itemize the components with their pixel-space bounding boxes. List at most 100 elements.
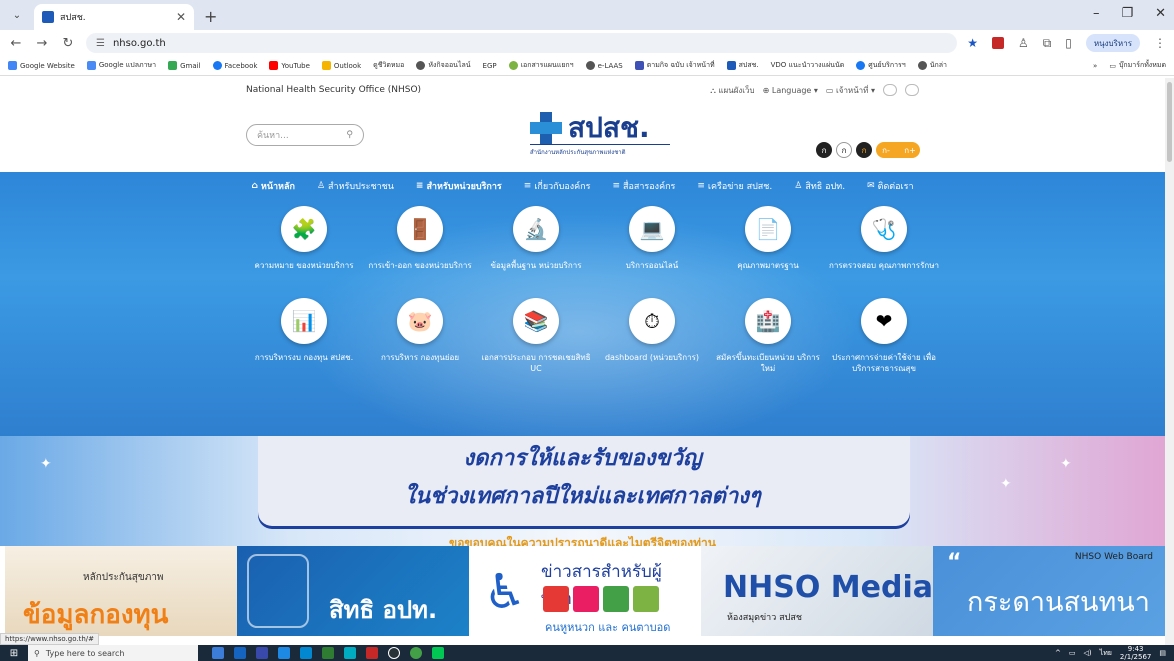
heart-icon: ❤ — [861, 298, 907, 344]
new-tab-button[interactable]: + — [204, 7, 217, 26]
bookmark-item[interactable]: e-LAAS — [585, 61, 623, 70]
pdf-extension-icon[interactable] — [991, 37, 1004, 49]
service-item[interactable]: 🔬 ข้อมูลพื้นฐาน หน่วยบริการ — [478, 206, 594, 282]
menu-kebab-icon[interactable]: ⋮ — [1154, 36, 1166, 50]
line-icon[interactable] — [432, 647, 444, 659]
page-scrollbar[interactable] — [1165, 78, 1174, 645]
bookmark-item[interactable]: ศูนย์บริการฯ — [856, 60, 906, 71]
bookmark-item[interactable]: ดูชีวิตหมอ — [373, 60, 404, 71]
bookmark-item[interactable]: หังกิจออนไลน์ — [416, 60, 471, 71]
staff-dropdown[interactable]: ▭ เจ้าหน้าที่ ▾ — [826, 84, 875, 97]
service-item[interactable]: 📊 การบริหารงบ กองทุน สปสช. — [246, 298, 362, 374]
facebook-circle-icon[interactable] — [883, 84, 897, 96]
bookmark-item[interactable]: สปสช. — [726, 60, 759, 71]
language-indicator[interactable]: ไทย — [1100, 648, 1112, 659]
menu-media[interactable]: ≡ สื่อสารองค์กร — [612, 179, 675, 193]
excel-icon[interactable] — [322, 647, 334, 659]
local-rights-tile[interactable]: สิทธิ อปท. — [237, 546, 469, 636]
network-icon[interactable]: ▭ — [1069, 649, 1076, 657]
forward-icon[interactable]: → — [34, 36, 50, 51]
service-item[interactable]: 🧩 ความหมาย ของหน่วยบริการ — [246, 206, 362, 282]
close-window-icon[interactable]: ✕ — [1155, 6, 1166, 21]
tab-search-icon[interactable]: ⌄ — [6, 4, 28, 26]
bookmark-item[interactable]: YouTube — [269, 61, 310, 70]
font-larger-button[interactable]: ก+ — [902, 142, 918, 158]
service-item[interactable]: 📚 เอกสารประกอบ การชดเชยสิทธิ UC — [478, 298, 594, 374]
service-item[interactable]: ❤ ประกาศการจ่ายค่าใช้จ่าย เพื่อบริการสาธา… — [826, 298, 942, 374]
site-logo[interactable]: สปสช. สำนักงานหลักประกันสุขภาพแห่งชาติ — [528, 106, 670, 156]
word-icon[interactable] — [278, 647, 290, 659]
bookmark-item[interactable]: Gmail — [168, 61, 201, 70]
language-dropdown[interactable]: ⊕ Language ▾ — [763, 86, 818, 95]
contrast-white-button[interactable]: ก — [836, 142, 852, 158]
volume-icon[interactable]: ◁) — [1084, 649, 1092, 657]
service-item[interactable]: ⏱ dashboard (หน่วยบริการ) — [594, 298, 710, 374]
nhso-media-tile[interactable]: NHSO Media ห้องสมุดข่าว สปสช — [701, 546, 933, 636]
contrast-black-button[interactable]: ก — [816, 142, 832, 158]
site-info-icon[interactable]: ☰ — [96, 38, 105, 49]
browser-tab[interactable]: สปสช. ✕ — [34, 4, 194, 30]
tray-arrow-icon[interactable]: ^ — [1055, 649, 1061, 657]
youtube-circle-icon[interactable] — [905, 84, 919, 96]
pdf-app-icon[interactable] — [366, 647, 378, 659]
sitemap-link[interactable]: ⛬ แผนผังเว็บ — [710, 84, 754, 97]
bookmark-star-icon[interactable]: ★ — [967, 36, 978, 50]
clock[interactable]: 9:43 2/1/2567 — [1120, 645, 1151, 661]
fund-info-tile[interactable]: หลักประกันสุขภาพ ข้อมูลกองทุน — [5, 546, 237, 636]
bookmark-item[interactable]: Outlook — [321, 61, 361, 70]
bookmark-item[interactable]: Facebook — [212, 61, 257, 70]
contrast-yellow-button[interactable]: ก — [856, 142, 872, 158]
app-icon[interactable] — [300, 647, 312, 659]
restore-icon[interactable]: ❐ — [1121, 6, 1133, 21]
menu-contact[interactable]: ✉ ติดต่อเรา — [867, 179, 913, 193]
service-item[interactable]: 🚪 การเข้า-ออก ของหน่วยบริการ — [362, 206, 478, 282]
all-bookmarks-folder[interactable]: ▭ บุ๊กมาร์กทั้งหมด — [1109, 60, 1166, 71]
widget-icon[interactable] — [212, 647, 224, 659]
extension-icon[interactable]: ♙ — [1018, 36, 1029, 50]
bookmark-item[interactable]: Google Website — [8, 61, 75, 70]
taskbar-search[interactable]: ⚲ Type here to search — [28, 645, 198, 661]
tab-close-icon[interactable]: ✕ — [176, 10, 186, 24]
edge-icon[interactable] — [234, 647, 246, 659]
reload-icon[interactable]: ↻ — [60, 36, 76, 51]
menu-network[interactable]: ≡ เครือข่าย สปสช. — [697, 179, 772, 193]
bookmark-item[interactable]: เอกสารแผนแยกฯ — [508, 60, 574, 71]
bookmark-item[interactable]: EGP — [483, 62, 497, 70]
menu-home[interactable]: ⌂ หน้าหลัก — [251, 179, 295, 193]
app-icon[interactable] — [344, 647, 356, 659]
service-item[interactable]: 🐷 การบริหาร กองทุนย่อย — [362, 298, 478, 374]
outlook-app-icon[interactable] — [256, 647, 268, 659]
minimize-icon[interactable]: – — [1093, 6, 1100, 21]
menu-about[interactable]: ≡ เกี่ยวกับองค์กร — [524, 179, 591, 193]
webboard-tile[interactable]: “ NHSO Web Board กระดานสนทนา — [933, 546, 1165, 636]
back-icon[interactable]: ← — [8, 36, 24, 51]
puzzle-extensions-icon[interactable]: ⧉ — [1043, 36, 1052, 51]
bookmark-item[interactable]: นักล่า — [917, 60, 947, 71]
profile-button[interactable]: หนุงบริหาร — [1085, 34, 1140, 52]
more-bookmarks-icon[interactable]: » — [1093, 62, 1097, 70]
disabled-news-tile[interactable]: ♿ ข่าวสารสำหรับผู้พิการ คนหูหนวก และ คนต… — [469, 546, 701, 636]
menu-local-rights[interactable]: ♙ สิทธิ อปท. — [794, 179, 845, 193]
search-icon[interactable]: ⚲ — [346, 130, 353, 140]
sidepanel-icon[interactable]: ▯ — [1065, 36, 1072, 50]
site-search-input[interactable]: ค้นหา... ⚲ — [246, 124, 364, 146]
circle-icon — [508, 61, 518, 70]
font-smaller-button[interactable]: ก- — [878, 142, 894, 158]
start-button[interactable]: ⊞ — [0, 645, 28, 661]
menu-public[interactable]: ♙ สำหรับประชาชน — [317, 179, 394, 193]
font-resize-buttons[interactable]: ก- ก+ — [876, 142, 920, 158]
service-item[interactable]: 🏥 สมัครขึ้นทะเบียนหน่วย บริการใหม่ — [710, 298, 826, 374]
service-item[interactable]: 💻 บริการออนไลน์ — [594, 206, 710, 282]
bookmark-item[interactable]: VDO แนะนำวางแผ่นนัด — [771, 60, 845, 71]
service-item[interactable]: 📄 คุณภาพมาตรฐาน — [710, 206, 826, 282]
notification-icon[interactable]: ▤ — [1159, 649, 1166, 657]
menu-providers[interactable]: ≡ สำหรับหน่วยบริการ — [416, 179, 502, 193]
hospital-icon: 🏥 — [745, 298, 791, 344]
service-item[interactable]: 🩺 การตรวจสอบ คุณภาพการรักษา — [826, 206, 942, 282]
chrome-icon[interactable] — [410, 647, 422, 659]
bookmark-item[interactable]: Google แปลภาษา — [86, 60, 156, 71]
address-bar[interactable]: ☰ nhso.go.th — [86, 33, 958, 53]
bookmark-item[interactable]: ตามกิจ ฉบับ เจ้าหน้าที่ — [634, 60, 715, 71]
announcement-banner[interactable]: ✦ ✦ ✦ งดการให้และรับของขวัญ ในช่วงเทศกาล… — [0, 436, 1165, 546]
app-icon[interactable] — [388, 647, 400, 659]
